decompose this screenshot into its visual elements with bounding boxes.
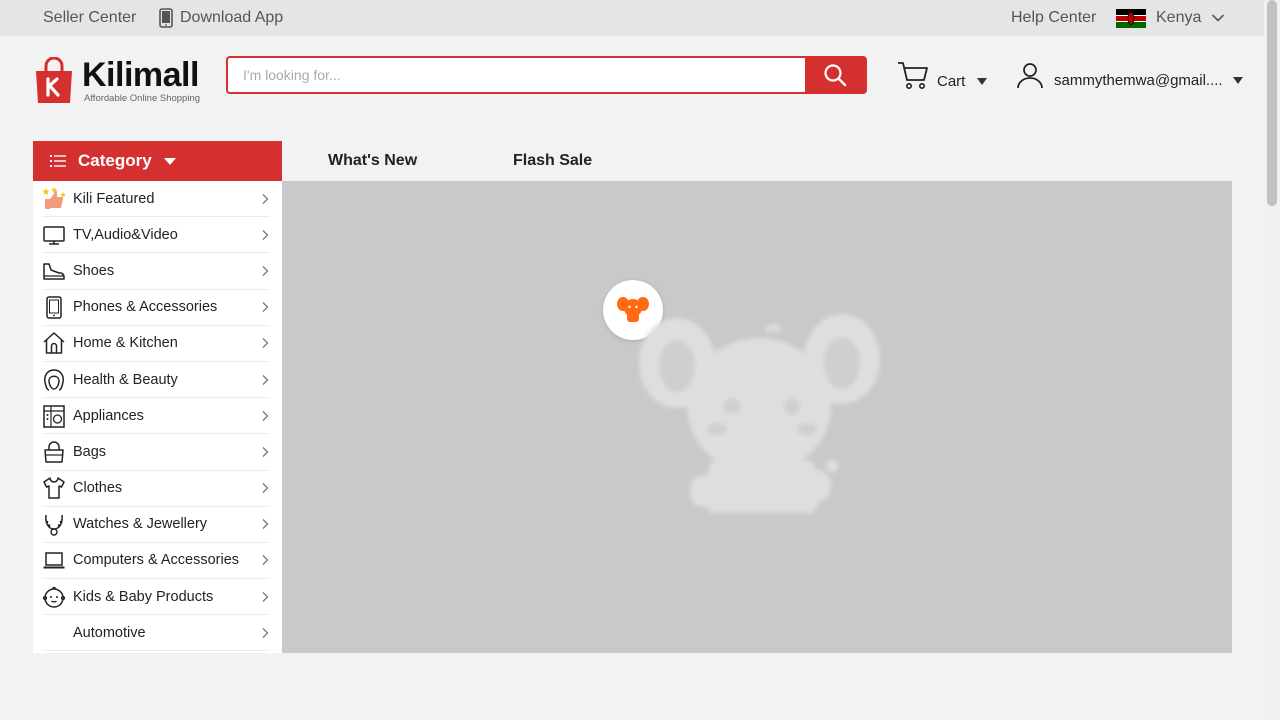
chevron-right-icon — [262, 555, 269, 566]
download-app-label: Download App — [180, 9, 284, 26]
category-item-label: Home & Kitchen — [73, 335, 178, 352]
chevron-right-icon — [262, 229, 269, 240]
category-item-label: Automotive — [73, 624, 146, 641]
category-item-label: Phones & Accessories — [73, 299, 218, 316]
category-item-clothes[interactable]: Clothes — [42, 471, 270, 507]
category-item-kili-featured[interactable]: Kili Featured — [42, 181, 270, 218]
automotive-icon — [42, 621, 66, 645]
chevron-right-icon — [262, 627, 269, 638]
category-item-label: Kids & Baby Products — [73, 588, 214, 605]
download-app-link[interactable]: Download App — [158, 0, 283, 36]
category-item-shoes[interactable]: Shoes — [42, 253, 270, 290]
category-item-tv-audio-video[interactable]: TV,Audio&Video — [42, 217, 270, 254]
category-item-phones-accessories[interactable]: Phones & Accessories — [42, 290, 270, 326]
category-item-label: Kili Featured — [73, 190, 155, 207]
category-label: Category — [78, 151, 152, 170]
shirt-icon — [42, 476, 66, 500]
necklace-icon — [42, 512, 66, 536]
user-account-menu[interactable]: sammythemwa@gmail.... — [1016, 60, 1243, 89]
category-item-label: Bags — [73, 443, 107, 460]
seller-center-link[interactable]: Seller Center — [43, 0, 136, 36]
category-item-label: Shoes — [73, 262, 115, 279]
page-scrollbar[interactable] — [1264, 0, 1280, 720]
chevron-right-icon — [262, 519, 269, 530]
country-label: Kenya — [1156, 9, 1202, 26]
chevron-right-icon — [262, 266, 269, 276]
elephant-placeholder-image — [639, 314, 880, 513]
appliance-icon — [42, 404, 66, 428]
caret-down-icon — [1232, 77, 1243, 84]
cart-button[interactable]: Cart — [897, 60, 988, 90]
category-item-automotive[interactable]: Automotive — [42, 615, 270, 652]
search-bar — [226, 56, 867, 94]
top-bar: Seller Center Download App Help Center K… — [0, 0, 1264, 36]
tv-icon — [42, 223, 66, 247]
cart-icon — [898, 62, 928, 89]
phone-icon — [42, 295, 66, 319]
chevron-right-icon — [262, 338, 269, 349]
smartphone-icon — [159, 8, 173, 28]
category-item-computers-accessories[interactable]: Computers & Accessories — [42, 543, 270, 580]
chevron-down-icon — [1212, 14, 1225, 22]
category-item-label: Computers & Accessories — [73, 552, 240, 569]
chevron-right-icon — [262, 446, 269, 457]
chevron-right-icon — [262, 302, 269, 313]
scrollbar-thumb[interactable] — [1267, 0, 1277, 206]
baby-icon — [42, 585, 66, 609]
nav-flash-sale[interactable]: Flash Sale — [513, 141, 592, 181]
home-icon — [42, 331, 66, 355]
thumbs-up-stars-icon — [42, 186, 66, 211]
banner-placeholder[interactable] — [282, 181, 1232, 653]
cart-label: Cart — [937, 72, 966, 90]
user-email-label: sammythemwa@gmail.... — [1054, 72, 1223, 89]
category-item-health-beauty[interactable]: Health & Beauty — [42, 362, 270, 399]
help-center-link[interactable]: Help Center — [1011, 0, 1096, 36]
category-item-label: TV,Audio&Video — [73, 226, 178, 243]
category-item-label: Appliances — [73, 407, 144, 424]
laptop-icon — [42, 548, 66, 572]
list-icon — [50, 155, 66, 167]
chevron-right-icon — [262, 374, 269, 385]
kilimall-logo[interactable]: Kilimall Affordable Online Shopping — [34, 57, 200, 105]
logo-name: Kilimall — [82, 56, 199, 94]
chevron-right-icon — [262, 483, 269, 494]
category-item-home-kitchen[interactable]: Home & Kitchen — [42, 326, 270, 362]
chevron-right-icon — [262, 591, 269, 602]
kenya-flag-icon — [1116, 8, 1146, 28]
nav-whats-new[interactable]: What's New — [328, 141, 417, 181]
category-item-bags[interactable]: Bags — [42, 434, 270, 471]
category-item-appliances[interactable]: Appliances — [42, 398, 270, 435]
category-item-label: Clothes — [73, 480, 123, 497]
chevron-right-icon — [262, 193, 269, 204]
chevron-right-icon — [262, 410, 269, 421]
search-icon — [824, 64, 847, 87]
category-sidebar: Kili Featured TV,Audio&Video Shoes Phone… — [33, 181, 282, 653]
search-input[interactable] — [228, 58, 805, 92]
user-icon — [1017, 62, 1043, 88]
bag-icon — [42, 440, 66, 464]
category-item-kids-baby[interactable]: Kids & Baby Products — [42, 579, 270, 616]
search-button[interactable] — [805, 58, 865, 92]
category-item-label: Health & Beauty — [73, 371, 178, 388]
country-selector[interactable]: Kenya — [1116, 0, 1225, 36]
caret-down-icon — [163, 157, 176, 165]
face-icon — [42, 368, 66, 392]
category-menu-button[interactable]: Category — [33, 141, 282, 181]
shoe-icon — [42, 259, 66, 283]
caret-down-icon — [977, 77, 988, 85]
shopping-bag-logo-icon — [36, 57, 72, 103]
category-item-label: Watches & Jewellery — [73, 516, 208, 533]
category-item-watches-jewellery[interactable]: Watches & Jewellery — [42, 507, 270, 543]
logo-tagline: Affordable Online Shopping — [84, 93, 201, 104]
